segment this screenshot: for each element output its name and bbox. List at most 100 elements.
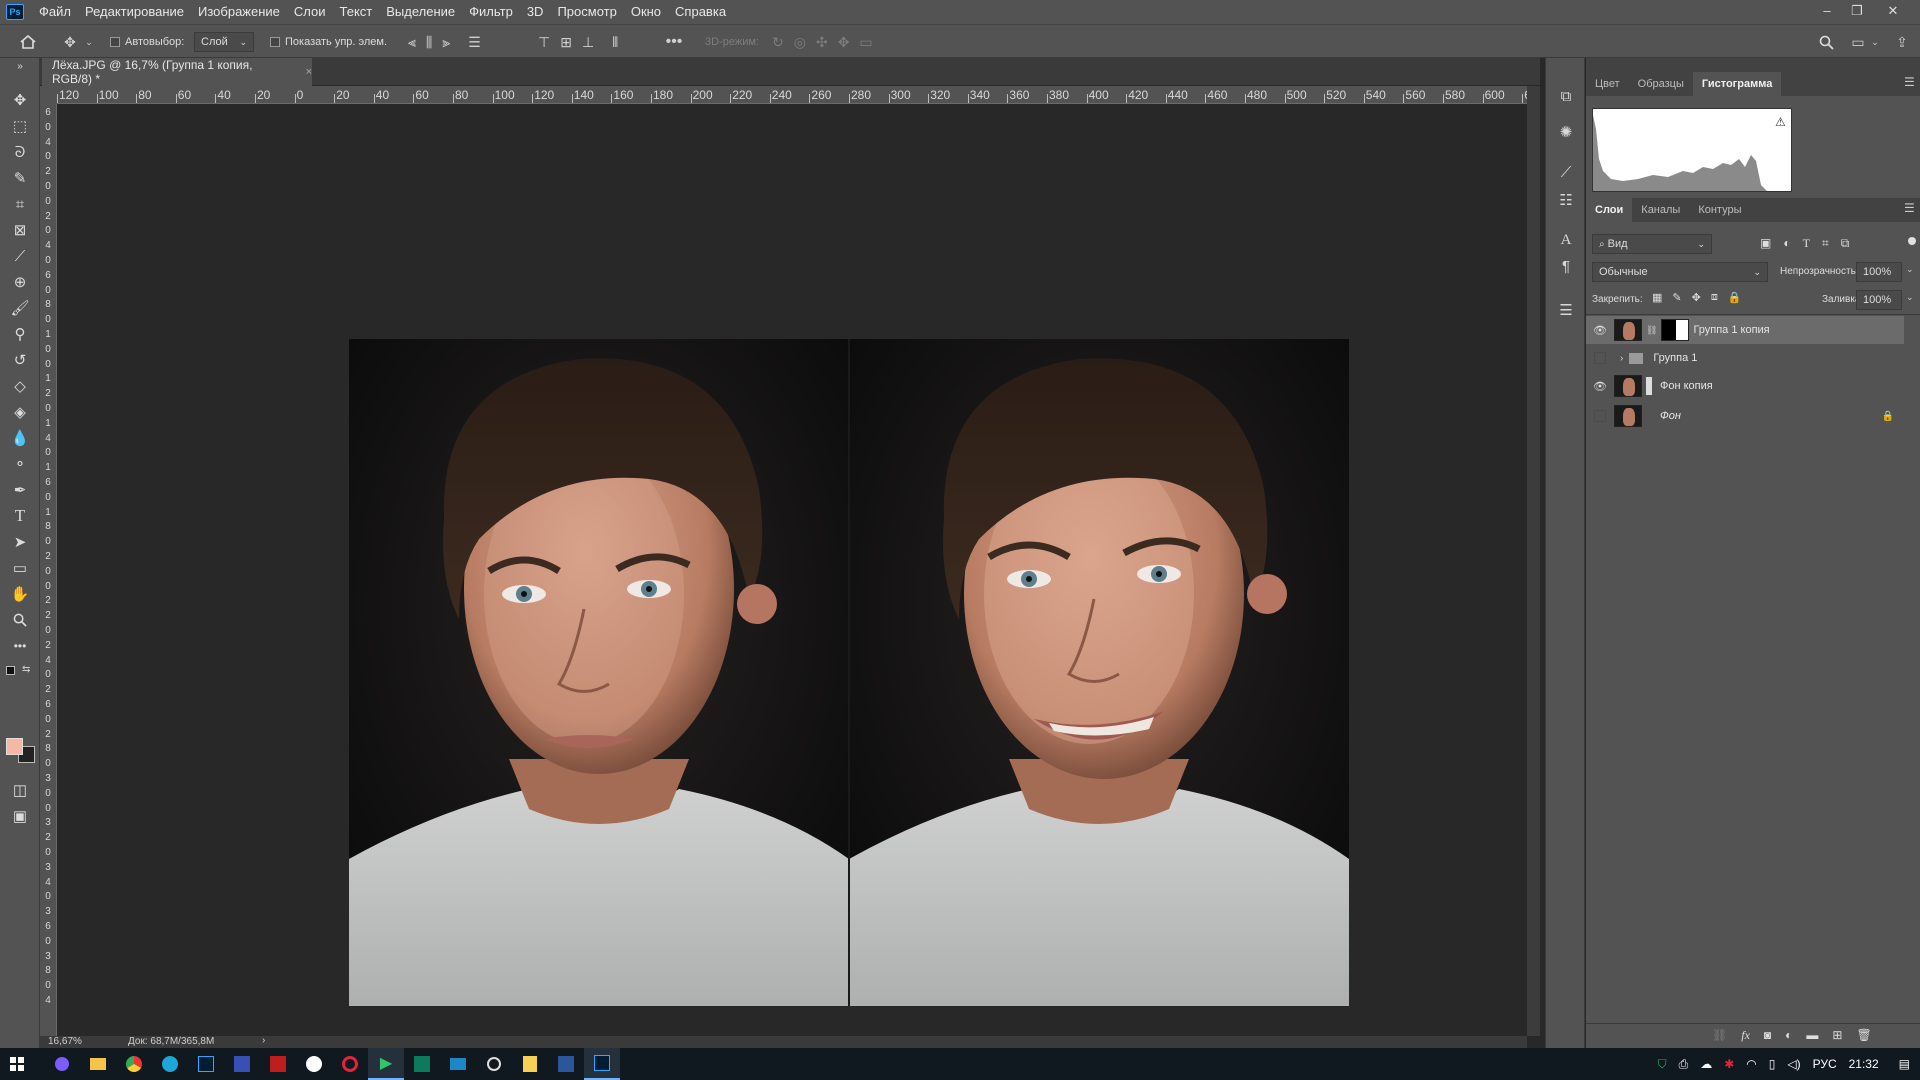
- dodge-tool-icon[interactable]: ⚬: [6, 452, 34, 476]
- edge-icon[interactable]: [152, 1048, 188, 1080]
- character-panel-icon[interactable]: A: [1554, 228, 1578, 252]
- brush-tool-icon[interactable]: 🖌: [6, 296, 34, 320]
- panel-menu-icon[interactable]: ☰: [1904, 75, 1915, 89]
- smart-object-filter-icon[interactable]: ⧉: [1841, 236, 1850, 251]
- 3d-orbit-icon[interactable]: ↻: [772, 34, 784, 51]
- menu-item[interactable]: Окно: [624, 0, 668, 24]
- menu-item[interactable]: Файл: [32, 0, 78, 24]
- menu-item[interactable]: Редактирование: [78, 0, 191, 24]
- foreground-color-swatch[interactable]: [6, 738, 23, 755]
- restore-button[interactable]: ❐: [1842, 0, 1872, 24]
- panel-tab[interactable]: Слои: [1586, 198, 1633, 222]
- properties-panel-icon[interactable]: ☷: [1554, 188, 1578, 212]
- start-button-icon[interactable]: [0, 1048, 34, 1080]
- filezilla-icon[interactable]: [260, 1048, 296, 1080]
- menu-item[interactable]: Изображение: [191, 0, 287, 24]
- pen-tool-icon[interactable]: ✒: [6, 478, 34, 502]
- close-button[interactable]: ✕: [1878, 0, 1908, 24]
- more-tools-icon[interactable]: •••: [6, 634, 34, 658]
- chevron-down-icon[interactable]: ⌄: [1906, 292, 1914, 303]
- path-select-tool-icon[interactable]: ➤: [6, 530, 34, 554]
- word-icon[interactable]: [548, 1048, 584, 1080]
- lock-position-icon[interactable]: ✥: [1692, 291, 1701, 304]
- eraser-tool-icon[interactable]: ◇: [6, 374, 34, 398]
- new-layer-icon[interactable]: ⊞: [1832, 1028, 1842, 1043]
- document-tab[interactable]: Лёха.JPG @ 16,7% (Группа 1 копия, RGB/8)…: [42, 58, 312, 86]
- adjustment-layer-icon[interactable]: ◐: [1785, 1028, 1792, 1043]
- notes-icon[interactable]: [512, 1048, 548, 1080]
- search-icon[interactable]: [1816, 25, 1836, 59]
- screen-mode-icon[interactable]: ▣: [6, 804, 34, 828]
- layer-filter-select[interactable]: ⌕ Вид ⌄: [1592, 234, 1712, 254]
- panel-menu-icon[interactable]: ☰: [1904, 201, 1915, 215]
- media-player-icon[interactable]: ▶: [368, 1048, 404, 1080]
- brush-settings-icon[interactable]: ⟋: [1554, 160, 1578, 184]
- rectangle-tool-icon[interactable]: ▭: [6, 556, 34, 580]
- layer-mask-thumbnail[interactable]: [1661, 319, 1690, 341]
- 3d-slide-icon[interactable]: ✥: [838, 34, 850, 51]
- photoshop-taskbar-icon[interactable]: [188, 1048, 224, 1080]
- crop-tool-icon[interactable]: ⌗: [6, 192, 34, 216]
- network-icon[interactable]: ◠: [1746, 1057, 1756, 1071]
- language-indicator[interactable]: РУС: [1813, 1057, 1837, 1071]
- eyedropper-tool-icon[interactable]: ⟋: [6, 244, 34, 268]
- layer-row-group[interactable]: › Группа 1: [1586, 344, 1904, 372]
- lock-transparent-icon[interactable]: ▦: [1652, 291, 1662, 304]
- layer-row-group-copy[interactable]: 👁 ⛓ Группа 1 копия: [1586, 316, 1904, 344]
- workspace-icon[interactable]: ▭: [1848, 25, 1868, 59]
- fill-field[interactable]: 100%: [1856, 290, 1902, 310]
- chevron-down-icon[interactable]: ⌄: [1906, 264, 1914, 275]
- chevron-right-icon[interactable]: ›: [1620, 353, 1623, 364]
- align-bottom-icon[interactable]: ⊥: [582, 34, 594, 51]
- visibility-toggle[interactable]: [1594, 352, 1606, 364]
- yandex-browser-icon[interactable]: [296, 1048, 332, 1080]
- panel-tab[interactable]: Контуры: [1689, 198, 1750, 222]
- share-icon[interactable]: ⇪: [1892, 25, 1912, 59]
- status-arrow-icon[interactable]: ›: [262, 1035, 265, 1046]
- adjustments-panel-icon[interactable]: ✺: [1554, 120, 1578, 144]
- visibility-toggle[interactable]: [1594, 410, 1606, 422]
- history-brush-tool-icon[interactable]: ↺: [6, 348, 34, 372]
- distribute-vertical-icon[interactable]: ⦀: [612, 34, 618, 51]
- chrome-icon[interactable]: [116, 1048, 152, 1080]
- panel-tab[interactable]: Каналы: [1632, 198, 1689, 222]
- photoshop-active-icon[interactable]: [584, 1048, 620, 1080]
- warning-icon[interactable]: ⚠: [1775, 115, 1786, 129]
- zoom-level[interactable]: 16,67%: [48, 1036, 82, 1047]
- hand-tool-icon[interactable]: ✋: [6, 582, 34, 606]
- 3d-camera-icon[interactable]: ▭: [859, 34, 872, 51]
- lock-all-icon[interactable]: 🔒: [1728, 291, 1742, 304]
- notifications-icon[interactable]: ▤: [1899, 1057, 1910, 1071]
- align-top-icon[interactable]: ⊤: [538, 34, 550, 51]
- menu-item[interactable]: Фильтр: [462, 0, 520, 24]
- blur-tool-icon[interactable]: 💧: [6, 426, 34, 450]
- lock-pixels-icon[interactable]: ✎: [1672, 291, 1681, 304]
- defender-icon[interactable]: ⛉: [1658, 1057, 1667, 1072]
- app-icon[interactable]: [224, 1048, 260, 1080]
- shape-filter-icon[interactable]: ⌗: [1822, 236, 1829, 251]
- distribute-icon[interactable]: ☰: [468, 34, 481, 51]
- menu-item[interactable]: Выделение: [379, 0, 462, 24]
- history-panel-icon[interactable]: ⧉: [1554, 84, 1578, 108]
- align-center-h-icon[interactable]: ⫼: [426, 34, 432, 51]
- marquee-tool-icon[interactable]: ⬚: [6, 114, 34, 138]
- battery-icon[interactable]: ▯: [1769, 1057, 1776, 1071]
- fx-icon[interactable]: fx: [1741, 1028, 1750, 1043]
- libraries-panel-icon[interactable]: ☰: [1554, 298, 1578, 322]
- frame-tool-icon[interactable]: ⊠: [6, 218, 34, 242]
- more-options-icon[interactable]: •••: [664, 25, 684, 59]
- printer-icon[interactable]: ⎙: [1679, 1057, 1689, 1072]
- 3d-pan-icon[interactable]: ✣: [816, 34, 828, 51]
- settings-app-icon[interactable]: [476, 1048, 512, 1080]
- healing-brush-tool-icon[interactable]: ⊕: [6, 270, 34, 294]
- opacity-field[interactable]: 100%: [1856, 262, 1902, 282]
- document-canvas[interactable]: [57, 104, 1527, 1036]
- layer-row-bg-copy[interactable]: 👁 Фон копия: [1586, 372, 1904, 400]
- move-tool-icon[interactable]: ✥: [60, 25, 80, 59]
- zoom-tool-icon[interactable]: [6, 608, 34, 632]
- show-transform-checkbox[interactable]: Показать упр. элем.: [270, 25, 387, 59]
- link-layers-icon[interactable]: ⛓: [1712, 1028, 1727, 1043]
- panel-tab[interactable]: Цвет: [1586, 72, 1629, 96]
- menu-item[interactable]: Текст: [333, 0, 380, 24]
- menu-item[interactable]: Просмотр: [550, 0, 623, 24]
